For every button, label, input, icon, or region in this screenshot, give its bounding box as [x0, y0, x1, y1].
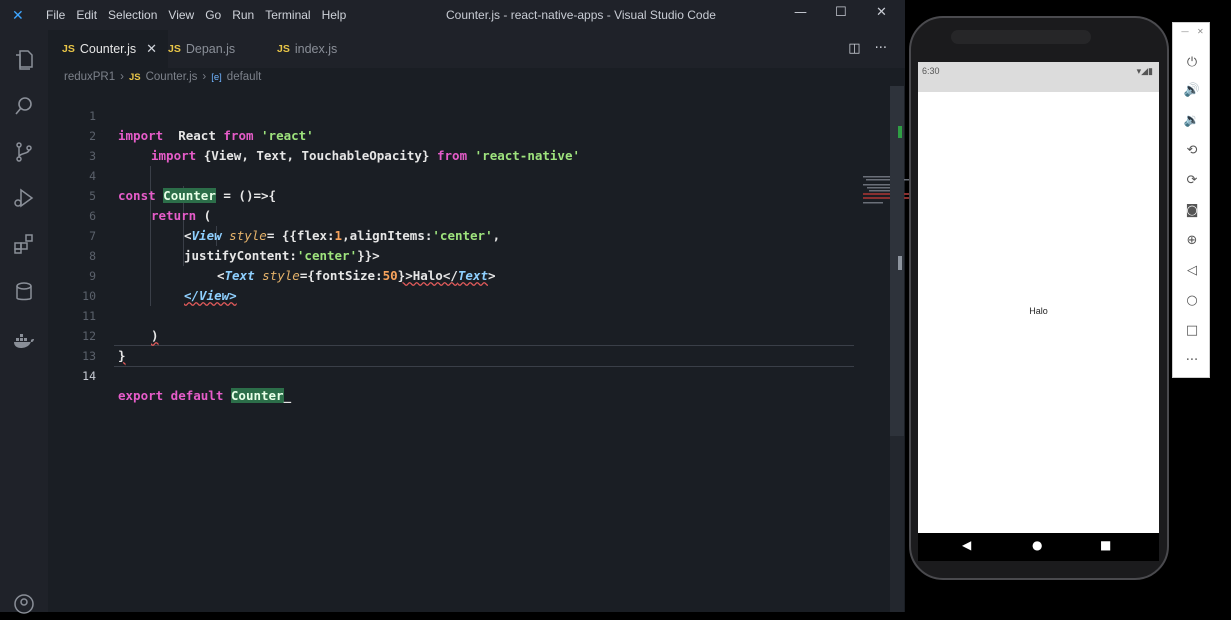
source-control-icon[interactable]: [12, 140, 36, 164]
vscode-window: ✕ File Edit Selection View Go Run Termin…: [0, 0, 938, 614]
breadcrumb-file[interactable]: Counter.js: [146, 71, 198, 83]
close-emulator-icon[interactable]: ✕: [1197, 27, 1204, 36]
more-actions-icon[interactable]: ···: [875, 41, 887, 56]
code-line: 7 justifyContent:'center'}}>: [48, 206, 808, 263]
phone-speaker: [951, 30, 1091, 44]
js-file-icon: JS: [168, 43, 181, 55]
code-line: 1 import React from 'react': [48, 86, 808, 143]
menu-run[interactable]: Run: [232, 8, 254, 22]
power-icon[interactable]: ⏻: [1173, 55, 1211, 70]
code-line: 8 <Text style={fontSize:50}>Halo</Text>: [48, 226, 808, 283]
scroll-marker: [898, 256, 902, 270]
editor-scrollbar[interactable]: [890, 86, 904, 612]
code-line: 4 const Counter = ()=>{: [48, 146, 808, 203]
close-window-icon[interactable]: ✕: [876, 5, 887, 20]
code-line: 13: [48, 326, 808, 363]
volume-up-icon[interactable]: 🔊: [1173, 83, 1211, 98]
code-line: 10: [48, 266, 808, 303]
minimize-icon[interactable]: —: [794, 5, 807, 20]
phone-nav-bar: ◀ ● ■: [918, 533, 1159, 561]
phone-screen[interactable]: Halo: [918, 92, 1159, 533]
halo-text: Halo: [1029, 306, 1048, 316]
title-bar: ✕ File Edit Selection View Go Run Termin…: [0, 0, 905, 30]
tab-label: index.js: [294, 42, 338, 56]
more-icon[interactable]: ···: [1173, 353, 1211, 368]
split-editor-icon[interactable]: ◫: [848, 41, 860, 56]
js-file-icon: JS: [62, 43, 75, 55]
code-line: 6 <View style= {{flex:1,alignItems:'cent…: [48, 186, 808, 243]
menu-selection[interactable]: Selection: [108, 8, 157, 22]
overview-icon[interactable]: □: [1173, 323, 1211, 338]
keyword: export default: [118, 388, 224, 403]
code-line: 5 return (: [48, 166, 808, 223]
code-line: 11 ): [48, 286, 808, 343]
menu-view[interactable]: View: [168, 8, 194, 22]
maximize-icon[interactable]: ☐: [835, 5, 847, 20]
minimize-emulator-icon[interactable]: —: [1181, 27, 1189, 36]
breadcrumb-folder[interactable]: reduxPR1: [64, 71, 115, 83]
rotate-left-icon[interactable]: ⟲: [1173, 143, 1211, 158]
text-cursor: _: [283, 388, 292, 403]
line-number: 14: [82, 369, 96, 383]
run-debug-icon[interactable]: [12, 186, 36, 210]
code-editor[interactable]: 1 import React from 'react' 2 import {Vi…: [48, 86, 938, 612]
back-icon[interactable]: ◀: [962, 538, 971, 552]
camera-icon[interactable]: ◙: [1173, 203, 1211, 218]
code-line: 9 </View>: [48, 246, 808, 303]
tab-index-js[interactable]: JS index.js: [263, 30, 369, 68]
menu-edit[interactable]: Edit: [76, 8, 97, 22]
menu-bar: File Edit Selection View Go Run Terminal…: [46, 8, 346, 22]
tab-label: Counter.js: [79, 42, 137, 56]
tab-label: Depan.js: [185, 42, 236, 56]
back-icon[interactable]: ◁: [1173, 263, 1211, 278]
js-file-icon: JS: [277, 43, 290, 55]
phone-status-bar: 6:30 ▾◢▮: [918, 62, 1159, 92]
account-icon[interactable]: [12, 592, 36, 616]
code-text: export default Counter_: [118, 386, 291, 406]
activity-bar: [0, 30, 48, 614]
identifier-highlight: Counter: [230, 388, 284, 403]
code-line: 3: [48, 126, 808, 163]
home-icon[interactable]: ●: [1032, 538, 1042, 552]
search-icon[interactable]: [12, 94, 36, 118]
rotate-right-icon[interactable]: ⟳: [1173, 173, 1211, 188]
breadcrumb: reduxPR1 › JS Counter.js › [e] default: [64, 71, 261, 83]
code-line: 12 }: [48, 306, 808, 363]
code-line: 14 export default Counter_: [48, 346, 808, 403]
chevron-right-icon: ›: [202, 71, 207, 83]
signal-battery-icon: ▾◢▮: [1136, 66, 1153, 76]
menu-file[interactable]: File: [46, 8, 65, 22]
vscode-logo-icon[interactable]: ✕: [12, 8, 24, 24]
code-line: 2 import {View, Text, TouchableOpacity} …: [48, 106, 808, 163]
tab-counter-js[interactable]: JS Counter.js ✕: [48, 30, 168, 68]
breadcrumb-symbol[interactable]: default: [227, 71, 262, 83]
window-title: Counter.js - react-native-apps - Visual …: [446, 8, 716, 22]
docker-icon[interactable]: [12, 328, 36, 352]
status-time: 6:30: [922, 66, 940, 76]
editor-tabs: JS Counter.js ✕ JS Depan.js JS index.js …: [48, 30, 905, 68]
zoom-icon[interactable]: ⊕: [1173, 233, 1211, 248]
menu-go[interactable]: Go: [205, 8, 221, 22]
menu-help[interactable]: Help: [322, 8, 347, 22]
emulator-toolbar: — ✕ ⏻ 🔊 🔉 ⟲ ⟳ ◙ ⊕ ◁ ○ □ ···: [1172, 22, 1210, 378]
volume-down-icon[interactable]: 🔉: [1173, 113, 1211, 128]
scroll-marker: [898, 126, 902, 138]
symbol-variable-icon: [e]: [211, 71, 222, 83]
tab-depan-js[interactable]: JS Depan.js: [154, 30, 260, 68]
explorer-icon[interactable]: [12, 48, 36, 72]
recents-icon[interactable]: ■: [1100, 538, 1111, 552]
extensions-icon[interactable]: [12, 232, 36, 256]
database-icon[interactable]: [12, 280, 36, 304]
menu-terminal[interactable]: Terminal: [265, 8, 310, 22]
editor-actions: ◫ ···: [848, 41, 887, 56]
home-icon[interactable]: ○: [1173, 293, 1211, 308]
js-file-icon: JS: [128, 71, 141, 83]
chevron-right-icon: ›: [120, 71, 124, 83]
